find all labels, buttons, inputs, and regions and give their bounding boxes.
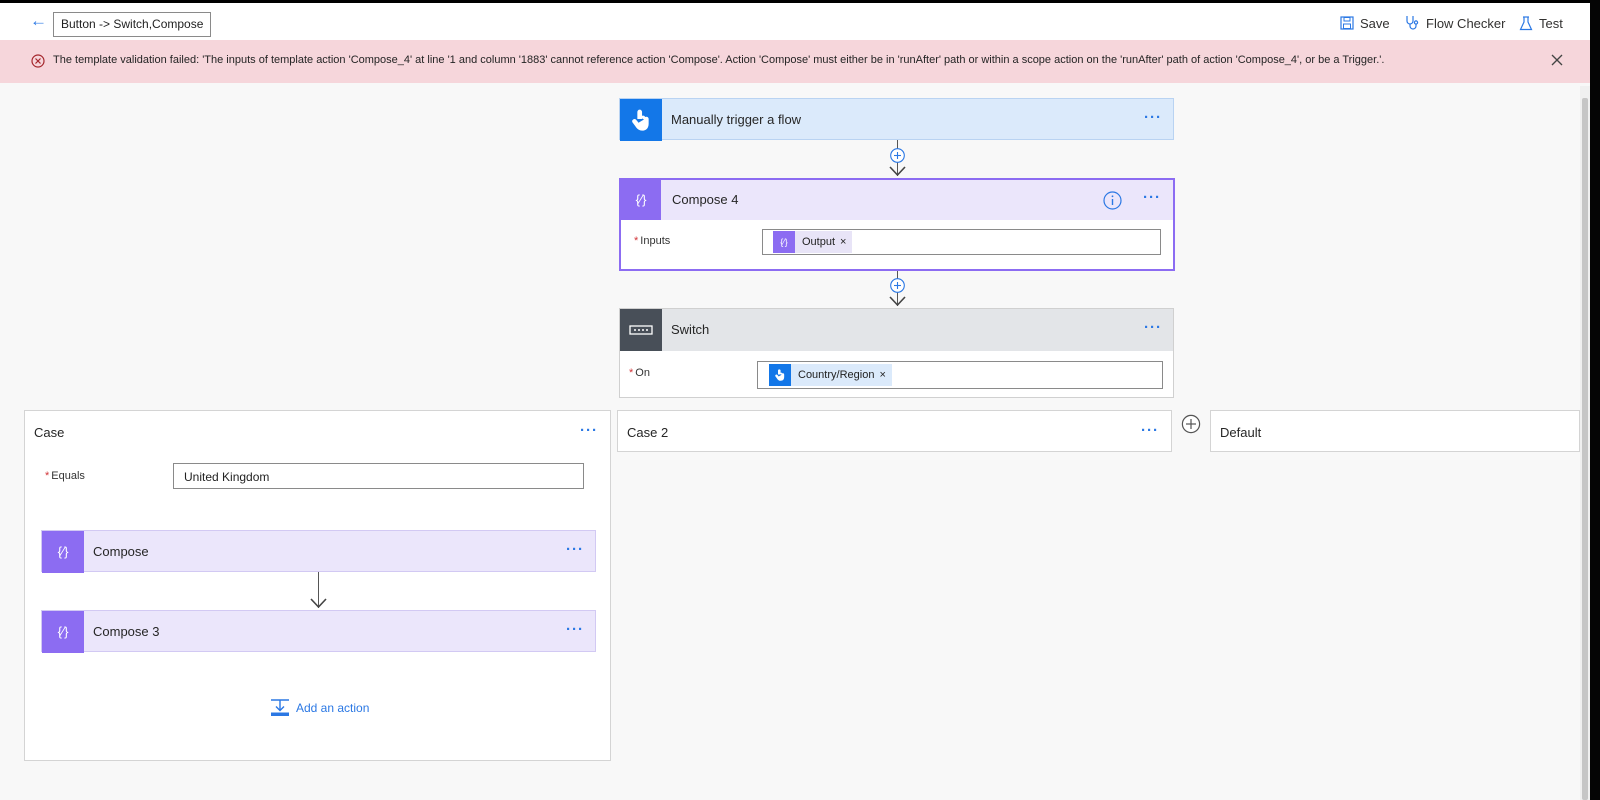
switch-header[interactable]: Switch ··· (620, 309, 1173, 351)
insert-step-icon[interactable] (890, 278, 905, 293)
more-options-icon[interactable]: ··· (1143, 190, 1161, 206)
more-options-icon[interactable]: ··· (1144, 320, 1162, 336)
error-banner: The template validation failed: 'The inp… (0, 40, 1590, 83)
more-options-icon[interactable]: ··· (1141, 423, 1159, 439)
output-token-label: Output (802, 236, 836, 248)
error-icon (31, 54, 45, 68)
default-title: Default (1220, 425, 1262, 440)
insert-step-icon[interactable] (890, 148, 905, 163)
more-options-icon[interactable]: ··· (1144, 110, 1162, 126)
inputs-label: * Inputs (634, 235, 671, 247)
inputs-field[interactable]: {⁄} Output × (762, 229, 1161, 255)
flask-icon (1519, 15, 1533, 30)
svg-text:{⁄}: {⁄} (636, 192, 648, 207)
output-token[interactable]: {⁄} Output × (773, 231, 853, 253)
touch-icon (769, 364, 791, 386)
flow-title[interactable]: Button -> Switch,Compose (53, 12, 212, 37)
add-case-icon[interactable] (1181, 414, 1201, 434)
save-button[interactable]: Save (1340, 15, 1390, 31)
on-field[interactable]: Country/Region × (757, 361, 1163, 389)
compose-icon: {⁄} (42, 611, 84, 653)
compose-icon: {⁄} (621, 180, 661, 220)
default-column[interactable]: Default (1210, 410, 1580, 452)
compose-icon: {⁄} (42, 531, 84, 573)
close-icon[interactable] (1550, 53, 1564, 67)
test-button[interactable]: Test (1519, 15, 1563, 31)
compose-title: Compose (93, 544, 149, 559)
test-label: Test (1539, 15, 1563, 31)
svg-text:{⁄}: {⁄} (58, 544, 70, 559)
svg-text:{⁄}: {⁄} (780, 237, 788, 247)
flow-checker-label: Flow Checker (1426, 15, 1506, 31)
trigger-card[interactable]: Manually trigger a flow ··· (619, 98, 1174, 141)
window-right-border (1590, 0, 1600, 800)
case-title: Case (34, 425, 65, 440)
more-options-icon[interactable]: ··· (566, 622, 584, 638)
arrow-down-icon (889, 296, 906, 307)
add-action-button[interactable]: Add an action (270, 699, 369, 717)
case2-column[interactable]: Case 2 ··· (617, 410, 1172, 452)
svg-text:{⁄}: {⁄} (58, 624, 70, 639)
save-label: Save (1360, 15, 1390, 31)
remove-token-icon[interactable]: × (879, 369, 891, 381)
compose3-card[interactable]: {⁄} Compose 3 ··· (41, 610, 596, 653)
canvas-scrollbar-thumb[interactable] (1582, 98, 1588, 800)
more-options-icon[interactable]: ··· (566, 542, 584, 558)
arrow-down-icon (889, 166, 906, 177)
equals-value: United Kingdom (184, 470, 270, 484)
flow-checker-button[interactable]: Flow Checker (1404, 15, 1505, 31)
compose-card[interactable]: {⁄} Compose ··· (41, 530, 596, 573)
compose4-card[interactable]: {⁄} Compose 4 ··· * Inputs {⁄} Output × (619, 178, 1175, 271)
more-options-icon[interactable]: ··· (580, 423, 598, 439)
designer-header: ← Button -> Switch,Compose Save Flow Che… (0, 3, 1590, 40)
compose4-title: Compose 4 (672, 192, 739, 207)
compose4-header[interactable]: {⁄} Compose 4 ··· (621, 180, 1173, 220)
equals-input[interactable]: United Kingdom (173, 463, 584, 489)
trigger-title: Manually trigger a flow (671, 112, 802, 127)
add-action-icon (271, 699, 289, 716)
stethoscope-icon (1406, 16, 1419, 30)
compose3-title: Compose 3 (93, 624, 160, 639)
save-icon (1340, 16, 1354, 30)
case2-title: Case 2 (627, 425, 669, 440)
country-region-token-label: Country/Region (798, 369, 875, 381)
remove-token-icon[interactable]: × (840, 236, 852, 248)
switch-icon (620, 309, 662, 351)
arrow-down-icon (310, 598, 327, 609)
on-label: * On (629, 367, 650, 379)
switch-title: Switch (671, 322, 710, 337)
add-action-label: Add an action (296, 701, 370, 715)
country-region-token[interactable]: Country/Region × (769, 364, 892, 386)
equals-label: * Equals (45, 470, 85, 482)
back-arrow-icon[interactable]: ← (30, 12, 47, 29)
error-message: The template validation failed: 'The inp… (53, 54, 1385, 66)
compose-icon: {⁄} (773, 231, 795, 253)
touch-icon (620, 99, 662, 141)
info-icon[interactable] (1103, 191, 1122, 210)
switch-card[interactable]: Switch ··· * On Country/Region × (619, 308, 1174, 398)
